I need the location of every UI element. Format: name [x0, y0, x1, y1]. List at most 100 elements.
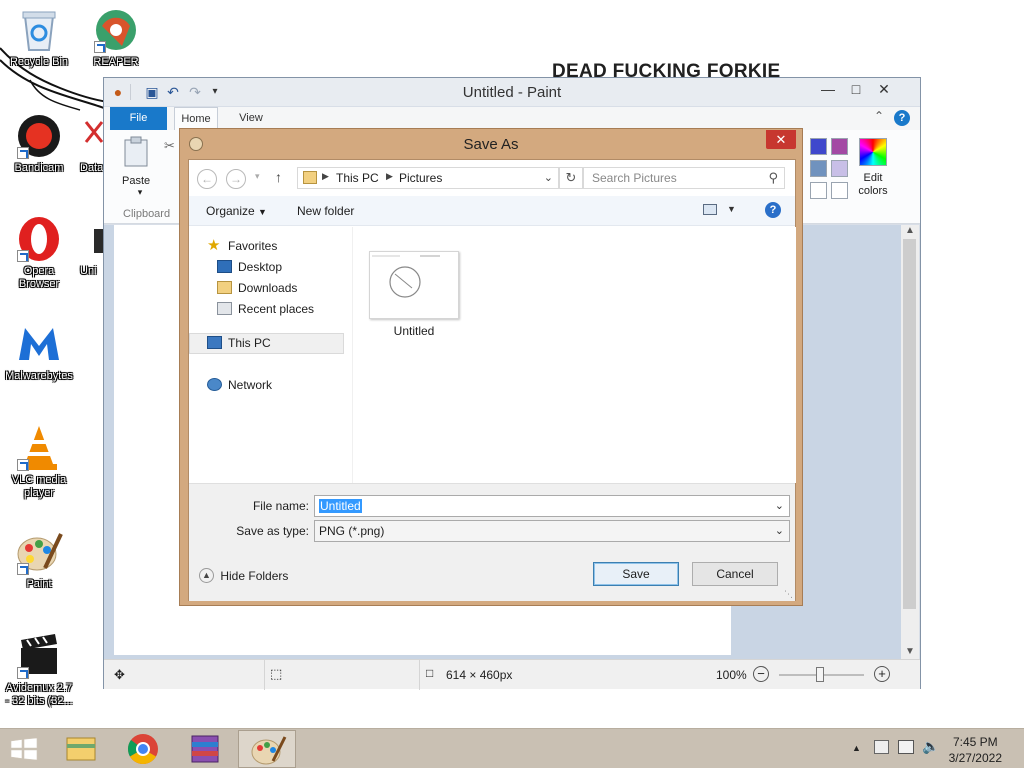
dialog-titlebar[interactable]: Save As ✕ — [180, 129, 802, 159]
palette-swatch[interactable] — [810, 138, 827, 155]
search-input[interactable]: Search Pictures — [592, 171, 677, 185]
desktop-icon-reaper[interactable]: REAPER — [78, 6, 154, 69]
collapse-icon: ▲ — [199, 568, 214, 584]
taskbar-paint[interactable] — [238, 730, 296, 768]
palette-swatch[interactable] — [810, 160, 827, 177]
desktop-icon-avidemux[interactable]: Avidemux 2.7 - 32 bits (32... — [1, 632, 77, 708]
minimize-button[interactable]: — — [814, 78, 842, 100]
nav-desktop[interactable]: Desktop — [217, 258, 282, 277]
save-type-label: Save as type: — [236, 524, 309, 538]
breadcrumb-separator-icon: ▶ — [386, 171, 393, 181]
nav-favorites[interactable]: ★ Favorites — [207, 237, 277, 256]
zoom-slider-thumb[interactable] — [816, 667, 824, 682]
palette-swatch[interactable] — [810, 182, 827, 199]
file-name-field[interactable]: Untitled ⌄ — [314, 495, 790, 517]
save-type-select[interactable]: PNG (*.png) ⌄ — [314, 520, 790, 542]
help-icon[interactable]: ? — [765, 202, 781, 218]
desktop-icon-vlc[interactable]: VLC media player — [1, 424, 77, 500]
palette-swatch[interactable] — [831, 182, 848, 199]
show-hidden-icons[interactable]: ▲ — [852, 743, 861, 753]
network-status-icon[interactable] — [898, 740, 914, 754]
windows-logo-icon — [10, 737, 38, 761]
dialog-body: ← → ▾ ↑ ▶ This PC ▶ Pictures ⌄ ↻ Search … — [188, 159, 796, 601]
recent-locations-icon[interactable]: ▾ — [255, 171, 260, 182]
search-box[interactable]: Search Pictures ⚲ — [583, 167, 785, 189]
reaper-icon — [92, 6, 140, 54]
view-options-icon[interactable] — [703, 204, 717, 215]
nav-network[interactable]: Network — [207, 376, 272, 395]
zoom-out-button[interactable]: − — [753, 666, 769, 682]
zoom-in-button[interactable]: + — [874, 666, 890, 682]
clock-date: 3/27/2022 — [948, 751, 1002, 765]
refresh-button[interactable]: ↻ — [559, 167, 583, 189]
back-button[interactable]: ← — [197, 169, 217, 189]
edit-colors-label: Edit colors — [858, 172, 888, 197]
desktop-icon-malwarebytes[interactable]: Malwarebytes — [1, 320, 77, 383]
desktop-icon-label: Recycle Bin — [9, 56, 69, 68]
breadcrumb-this-pc[interactable]: This PC — [336, 171, 379, 185]
nav-this-pc-label: This PC — [228, 336, 271, 350]
forward-button[interactable]: → — [226, 169, 246, 189]
close-button[interactable]: ✕ — [870, 78, 898, 100]
dialog-toolbar: Organize ▼ New folder ▼ ? — [189, 196, 795, 226]
cancel-button[interactable]: Cancel — [692, 562, 778, 586]
palette-swatch[interactable] — [831, 160, 848, 177]
desktop-icon-label: Bandicam — [14, 162, 64, 174]
file-name-input[interactable]: Untitled — [319, 499, 362, 513]
nav-network-label: Network — [228, 378, 273, 392]
volume-icon[interactable]: 🔈 — [922, 738, 939, 755]
maximize-button[interactable]: □ — [842, 78, 870, 100]
new-folder-button[interactable]: New folder — [297, 204, 354, 218]
action-center-icon[interactable] — [874, 740, 889, 754]
desktop-icon-data[interactable]: Data — [68, 112, 108, 175]
desktop-icon-paint[interactable]: Paint — [1, 528, 77, 591]
paste-button[interactable]: Paste ▾ — [122, 136, 158, 197]
up-button[interactable]: ↑ — [275, 169, 282, 185]
tab-home[interactable]: Home — [174, 107, 218, 130]
taskbar-chrome[interactable] — [114, 730, 172, 768]
taskbar-file-explorer[interactable] — [52, 730, 110, 768]
organize-menu[interactable]: Organize ▼ — [206, 204, 267, 218]
desktop-icon-opera[interactable]: Opera Browser — [1, 215, 77, 291]
desktop-icon-label: Malwarebytes — [5, 370, 73, 382]
palette-swatch[interactable] — [831, 138, 848, 155]
desktop-icon-uni[interactable]: Uni — [68, 215, 108, 278]
image-size-icon: □ — [426, 666, 434, 680]
file-list: Untitled — [353, 227, 796, 483]
nav-downloads[interactable]: Downloads — [217, 279, 297, 298]
breadcrumb-pictures[interactable]: Pictures — [399, 171, 442, 185]
view-dropdown-icon[interactable]: ▼ — [727, 204, 736, 214]
scroll-up-icon[interactable]: ▲ — [905, 225, 915, 236]
system-clock[interactable]: 7:45 PM 3/27/2022 — [949, 734, 1002, 766]
tab-view[interactable]: View — [229, 107, 273, 130]
help-icon[interactable]: ? — [894, 110, 910, 126]
resize-grip-icon[interactable]: ⋱ — [784, 589, 793, 600]
paint-titlebar[interactable]: ● ▣ ↶ ↷ ▾ Untitled - Paint — □ ✕ — [104, 78, 920, 106]
dialog-close-button[interactable]: ✕ — [766, 130, 796, 149]
file-item[interactable]: Untitled — [368, 251, 460, 351]
organize-dropdown-icon: ▼ — [258, 207, 267, 217]
hide-folders-button[interactable]: ▲ Hide Folders — [199, 568, 289, 584]
search-icon[interactable]: ⚲ — [768, 170, 778, 186]
desktop-icon-label: Uni — [80, 265, 97, 277]
taskbar-winrar[interactable] — [176, 730, 234, 768]
nav-recent-places[interactable]: Recent places — [217, 300, 314, 319]
file-name-dropdown-icon[interactable]: ⌄ — [775, 496, 784, 516]
scrollbar-thumb[interactable] — [903, 239, 916, 609]
paste-dropdown-icon: ▾ — [137, 187, 143, 197]
desktop-icon-bandicam[interactable]: Bandicam — [1, 112, 77, 175]
scroll-down-icon[interactable]: ▼ — [905, 646, 915, 657]
hide-folders-label: Hide Folders — [220, 568, 289, 583]
nav-this-pc[interactable]: This PC — [207, 334, 271, 353]
ribbon-collapse-icon[interactable]: ⌃ — [874, 109, 884, 123]
edit-colors-button[interactable]: Edit colors — [856, 138, 890, 208]
vertical-scrollbar[interactable]: ▲ ▼ — [901, 225, 919, 659]
desktop-icon-recycle-bin[interactable]: Recycle Bin — [1, 6, 77, 69]
save-type-dropdown-icon[interactable]: ⌄ — [775, 521, 784, 541]
address-bar[interactable]: ▶ This PC ▶ Pictures ⌄ — [297, 167, 559, 189]
cut-icon[interactable]: ✂ — [164, 138, 175, 154]
start-button[interactable] — [10, 737, 38, 761]
save-button[interactable]: Save — [593, 562, 679, 586]
address-dropdown-icon[interactable]: ⌄ — [544, 171, 553, 184]
tab-file[interactable]: File — [110, 107, 167, 130]
